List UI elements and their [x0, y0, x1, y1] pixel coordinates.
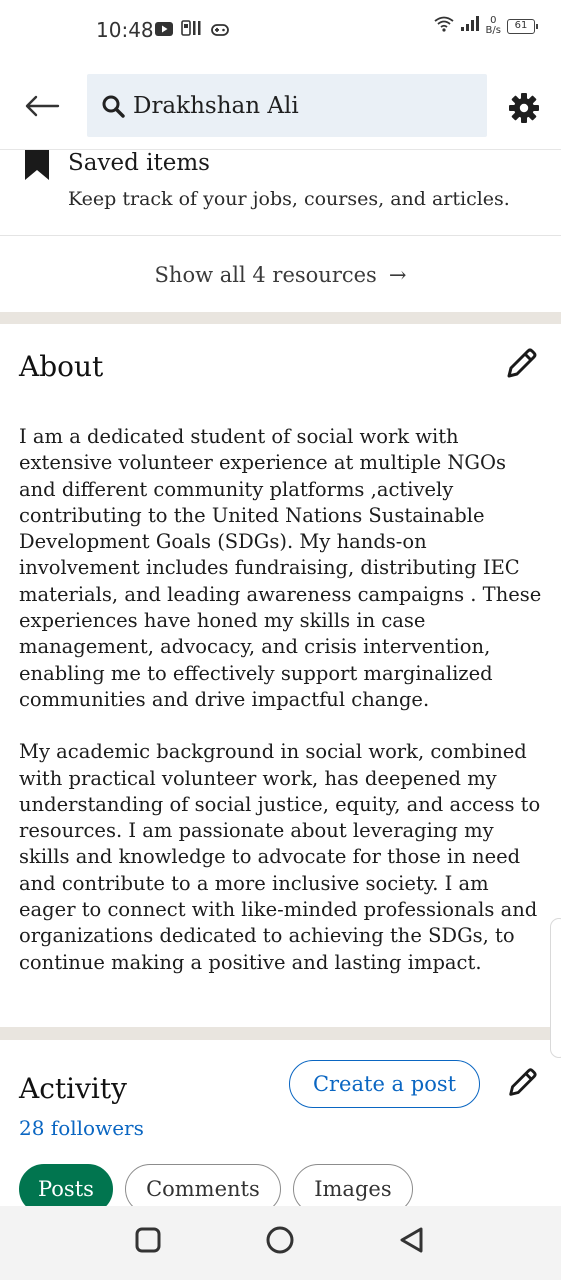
saved-items-description: Keep track of your jobs, courses, and ar…: [68, 188, 510, 210]
saved-items-card[interactable]: Saved items Keep track of your jobs, cou…: [0, 150, 561, 236]
section-divider: [0, 312, 561, 324]
show-all-resources-link[interactable]: Show all 4 resources →: [0, 238, 561, 312]
gamepad-icon: [211, 21, 229, 40]
settings-button[interactable]: [506, 90, 542, 126]
search-input[interactable]: Drakhshan Ali: [87, 74, 487, 137]
network-speed-unit: B/s: [485, 25, 501, 36]
home-button[interactable]: [265, 1225, 295, 1259]
system-navigation-bar: [0, 1206, 561, 1280]
status-notification-icons: [155, 20, 229, 40]
status-bar: 10:48 0 B/s 61: [0, 0, 561, 62]
battery-icon: 61: [507, 18, 538, 34]
activity-section: Activity 28 followers Create a post Post…: [0, 1040, 561, 1214]
back-button[interactable]: [22, 88, 62, 124]
arrow-right-icon: →: [388, 263, 407, 287]
status-time: 10:48: [96, 18, 154, 42]
signal-icon: [460, 16, 480, 36]
about-paragraph: My academic background in social work, c…: [19, 740, 541, 974]
activity-title: Activity: [19, 1072, 127, 1105]
system-back-button[interactable]: [398, 1226, 426, 1258]
section-divider: [0, 1027, 561, 1040]
about-text: I am a dedicated student of social work …: [19, 424, 545, 976]
search-icon: [102, 95, 125, 118]
recents-button[interactable]: [134, 1226, 162, 1258]
create-post-button[interactable]: Create a post: [289, 1060, 480, 1108]
pencil-icon: [507, 348, 537, 378]
gear-icon: [509, 93, 539, 123]
arrow-left-icon: [25, 95, 60, 117]
youtube-icon: [155, 21, 173, 40]
about-paragraph: I am a dedicated student of social work …: [19, 425, 542, 711]
square-icon: [135, 1227, 161, 1253]
edit-about-button[interactable]: [503, 346, 539, 386]
followers-count-link[interactable]: 28 followers: [19, 1116, 144, 1140]
about-title: About: [19, 350, 104, 383]
circle-icon: [266, 1226, 294, 1254]
about-section: About I am a dedicated student of social…: [0, 324, 561, 1027]
app-notification-icon: [181, 20, 203, 40]
bookmark-icon: [24, 150, 50, 184]
pencil-icon: [509, 1068, 537, 1096]
status-system-icons: 0 B/s 61: [433, 16, 538, 36]
top-app-bar: Drakhshan Ali: [0, 62, 561, 150]
battery-level: 61: [514, 19, 528, 31]
saved-items-title: Saved items: [68, 150, 210, 176]
edge-panel-handle[interactable]: [550, 918, 561, 1058]
show-all-resources-label: Show all 4 resources: [154, 263, 377, 287]
wifi-icon: [433, 16, 454, 36]
search-query: Drakhshan Ali: [133, 92, 299, 119]
network-speed: 0 B/s: [486, 16, 501, 36]
edit-activity-button[interactable]: [505, 1066, 539, 1104]
triangle-back-icon: [400, 1227, 423, 1253]
